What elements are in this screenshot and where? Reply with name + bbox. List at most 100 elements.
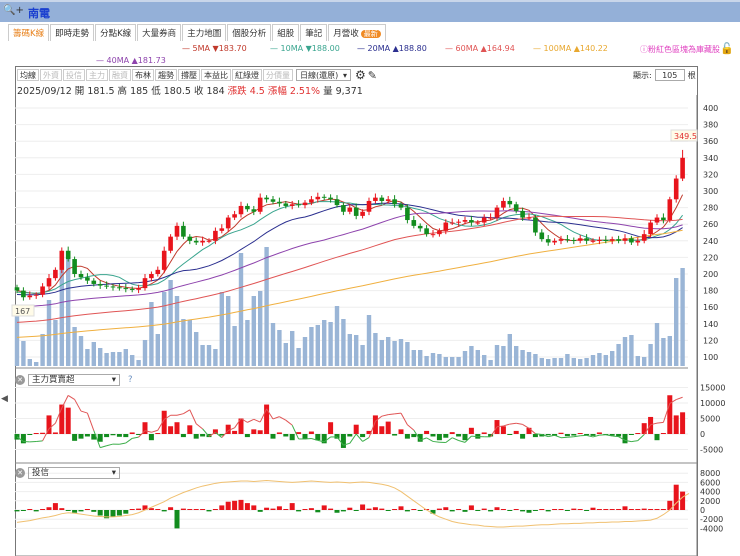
candle-body <box>289 204 295 206</box>
help-icon[interactable]: ? <box>128 375 133 385</box>
volume-bar <box>565 354 570 366</box>
left-price-marker: 167 <box>15 307 30 316</box>
flow-bar <box>264 507 270 510</box>
volume-bar <box>59 267 64 366</box>
flow-line <box>67 394 75 400</box>
candle-body <box>21 290 26 298</box>
candle-body <box>424 228 429 235</box>
flow-bar <box>513 509 519 510</box>
flow-bar <box>411 434 417 438</box>
volume-bar <box>648 344 653 366</box>
volume-bar <box>155 334 160 366</box>
panel1-indicator: 主力買賣超 <box>32 375 75 385</box>
volume-bar <box>91 342 96 366</box>
volume-bar <box>533 354 538 366</box>
flow-bar <box>577 433 583 434</box>
flow-bar <box>296 432 302 434</box>
flow-bar <box>72 510 78 513</box>
candle-body <box>149 274 154 279</box>
flow-bar <box>571 508 577 510</box>
flow-bar <box>417 510 423 511</box>
collapse-left-icon[interactable]: ◀ <box>1 394 8 404</box>
flow-line <box>176 413 184 416</box>
flow-bar <box>296 510 302 512</box>
volume-bar <box>283 343 288 366</box>
flow-bar <box>596 432 602 434</box>
candle-body <box>65 250 71 260</box>
volume-bar <box>501 346 506 366</box>
flow-bar <box>609 509 615 510</box>
flow-line <box>548 434 555 438</box>
candle-body <box>341 205 346 212</box>
candle-body <box>603 239 609 241</box>
volume-bar <box>584 358 589 366</box>
ma10-line <box>16 201 683 294</box>
flow-bar <box>468 427 474 434</box>
candle-body <box>347 207 353 212</box>
candle-body <box>78 274 84 278</box>
flow-bar <box>46 507 52 510</box>
y-tick-label: -5000 <box>700 446 723 455</box>
y-tick-label: 0 <box>700 506 705 515</box>
flow-bar <box>436 508 442 510</box>
candle-body <box>257 197 263 212</box>
flow-bar <box>232 430 238 434</box>
candle-body <box>136 288 141 290</box>
volume-bar <box>418 350 423 366</box>
flow-bar <box>424 430 430 434</box>
volume-bar <box>360 345 365 366</box>
flow-bar <box>449 510 455 512</box>
volume-bar <box>46 300 52 366</box>
panel2-header: ✕ 投信 ▾ <box>15 467 120 479</box>
y-tick-label: 220 <box>703 253 718 262</box>
flow-bar <box>545 510 551 512</box>
flow-line <box>100 445 107 449</box>
volume-bar <box>424 356 429 366</box>
flow-bar <box>680 412 686 434</box>
flow-bar <box>372 507 378 510</box>
panel1-indicator-select[interactable]: 主力買賣超 ▾ <box>28 374 120 386</box>
close-icon[interactable]: ✕ <box>15 375 25 385</box>
volume-bar <box>571 358 576 366</box>
candle-body <box>616 239 621 241</box>
flow-bar <box>340 510 346 512</box>
flow-line <box>74 399 82 412</box>
volume-bar <box>213 349 218 366</box>
flow-line <box>189 409 197 424</box>
flow-bar <box>334 434 340 439</box>
flow-bar <box>123 510 129 514</box>
volume-bar <box>411 350 416 366</box>
flow-bar <box>276 506 282 510</box>
flow-line <box>388 413 395 416</box>
candle-body <box>53 269 58 279</box>
flow-bar <box>155 433 161 434</box>
flow-line <box>151 429 158 433</box>
candle-body <box>507 200 513 205</box>
flow-bar <box>110 510 116 517</box>
candle-body <box>641 234 647 241</box>
flow-bar <box>532 434 538 438</box>
candle-body <box>558 239 564 241</box>
flow-bar <box>328 508 334 510</box>
volume-bar <box>98 348 103 366</box>
flow-bar <box>507 434 513 435</box>
flow-bar <box>238 499 244 510</box>
volume-bar <box>661 338 666 366</box>
flow-bar <box>404 434 410 439</box>
panel2-indicator-select[interactable]: 投信 ▾ <box>28 467 120 479</box>
volume-bar <box>226 296 231 366</box>
flow-bar <box>385 421 391 434</box>
candle-body <box>181 225 186 237</box>
volume-bar <box>373 333 378 366</box>
candle-body <box>302 202 308 206</box>
candle-body <box>430 234 436 236</box>
volume-bar <box>181 319 186 366</box>
flow-bar <box>340 434 346 448</box>
close-icon[interactable]: ✕ <box>15 468 25 478</box>
candle-body <box>654 217 660 223</box>
flow-bar <box>129 509 135 510</box>
flow-bar <box>302 509 308 510</box>
flow-bar <box>462 510 468 512</box>
candle-body <box>328 197 333 200</box>
flow-bar <box>430 434 436 437</box>
